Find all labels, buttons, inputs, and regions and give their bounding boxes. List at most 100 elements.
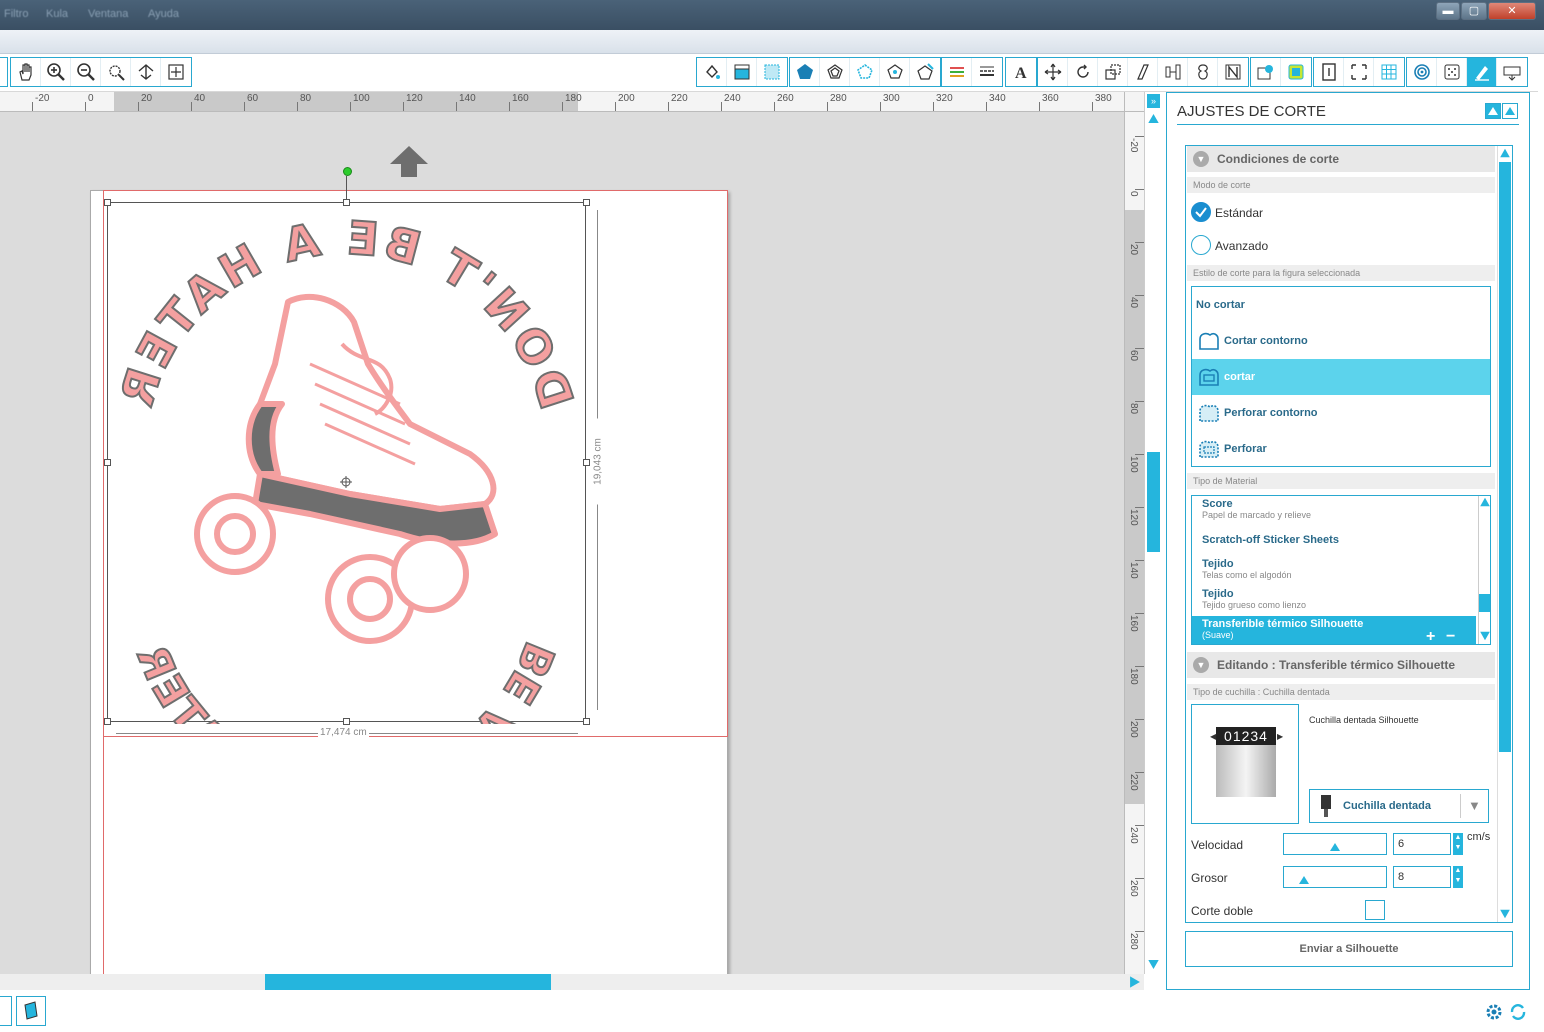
menu-filtro[interactable]: Filtro xyxy=(4,8,28,20)
blade-right-arrow-icon[interactable]: ▶ xyxy=(1277,732,1283,741)
menu-kula[interactable]: Kula xyxy=(46,8,68,20)
blade-left-arrow-icon[interactable]: ◀ xyxy=(1210,732,1216,741)
cut-style-perforate-edge[interactable]: Perforar contorno xyxy=(1192,395,1490,431)
material-item[interactable]: Scratch-off Sticker Sheets xyxy=(1192,534,1476,546)
scroll-thumb[interactable] xyxy=(1499,162,1511,752)
pentagon-icon[interactable] xyxy=(790,58,820,86)
remove-material-button[interactable]: − xyxy=(1446,628,1455,644)
align-icon[interactable] xyxy=(1158,58,1188,86)
panel-collapse-icon[interactable] xyxy=(1485,103,1501,119)
zoom-out-icon[interactable] xyxy=(71,58,101,86)
library-icon[interactable] xyxy=(1251,58,1281,86)
ruler-tick-mark xyxy=(1135,878,1144,879)
trace-icon[interactable] xyxy=(850,58,880,86)
speed-slider[interactable] xyxy=(1283,833,1387,855)
line-style-icon[interactable] xyxy=(972,58,1002,86)
thickness-input[interactable]: 8 xyxy=(1393,866,1451,888)
cut-style-cut[interactable]: cortar xyxy=(1192,359,1490,395)
add-material-button[interactable]: + xyxy=(1426,628,1435,644)
nest-icon[interactable] xyxy=(1218,58,1248,86)
fit-page-icon[interactable] xyxy=(161,58,191,86)
scroll-thumb[interactable] xyxy=(1147,452,1160,552)
expand-panel-icon[interactable]: » xyxy=(1147,94,1160,108)
zoom-in-icon[interactable] xyxy=(41,58,71,86)
scroll-up-icon[interactable] xyxy=(1500,148,1510,158)
close-button[interactable]: ✕ xyxy=(1488,2,1536,20)
toolbar-group-view xyxy=(10,57,192,87)
minimize-button[interactable]: ▬ xyxy=(1436,2,1460,20)
move-icon[interactable] xyxy=(1038,58,1068,86)
scroll-up-icon[interactable] xyxy=(1480,497,1490,507)
slider-thumb[interactable] xyxy=(1330,843,1340,851)
sync-icon[interactable] xyxy=(1508,1002,1528,1022)
canvas-vertical-scrollbar[interactable]: » xyxy=(1144,92,1161,974)
maximize-button[interactable]: ▢ xyxy=(1461,2,1487,20)
scroll-down-icon[interactable] xyxy=(1148,959,1159,970)
gradient-icon[interactable] xyxy=(727,58,757,86)
text-style-icon[interactable]: A xyxy=(1006,58,1036,86)
scroll-right-icon[interactable] xyxy=(1130,976,1140,988)
registration-icon[interactable] xyxy=(1344,58,1374,86)
move-up-arrow-icon[interactable] xyxy=(388,144,430,178)
ruler-tick-mark xyxy=(1135,507,1144,508)
send-to-silhouette-button[interactable]: Enviar a Silhouette xyxy=(1185,931,1513,967)
send-to-silhouette-icon[interactable] xyxy=(1497,58,1527,86)
toolbar-group-fill xyxy=(696,57,788,87)
blade-select[interactable]: Cuchilla dentada ▼ xyxy=(1309,789,1489,823)
pattern-icon[interactable] xyxy=(757,58,787,86)
scroll-down-icon[interactable] xyxy=(1480,631,1490,641)
fill-color-icon[interactable] xyxy=(697,58,727,86)
settings-gear-icon[interactable] xyxy=(1484,1002,1504,1022)
menu-ayuda[interactable]: Ayuda xyxy=(148,8,179,20)
material-item[interactable]: Tejido Tejido grueso como lienzo xyxy=(1192,588,1476,610)
thickness-slider[interactable] xyxy=(1283,866,1387,888)
cut-settings-icon[interactable] xyxy=(1467,58,1497,86)
menu-ventana[interactable]: Ventana xyxy=(88,8,128,20)
canvas-horizontal-scrollbar[interactable] xyxy=(0,974,1144,990)
cut-style-perforate[interactable]: Perforar xyxy=(1192,431,1490,467)
material-scrollbar[interactable] xyxy=(1478,496,1490,644)
double-cut-checkbox[interactable] xyxy=(1365,900,1385,920)
toolbar-group-send xyxy=(1406,57,1528,87)
page-setup-icon[interactable] xyxy=(1314,58,1344,86)
panel-scrollbar[interactable] xyxy=(1497,146,1511,922)
scroll-up-icon[interactable] xyxy=(1148,113,1159,124)
store-icon[interactable] xyxy=(1281,58,1311,86)
cut-style-no-cut[interactable]: No cortar xyxy=(1192,287,1490,323)
shear-icon[interactable] xyxy=(1128,58,1158,86)
line-color-icon[interactable] xyxy=(942,58,972,86)
rotate-icon[interactable] xyxy=(1068,58,1098,86)
sketch-icon[interactable] xyxy=(1407,58,1437,86)
speed-stepper[interactable]: ▲ ▼ xyxy=(1453,833,1463,855)
material-item[interactable]: Score Papel de marcado y relieve xyxy=(1192,498,1476,520)
pixscan-icon[interactable] xyxy=(1437,58,1467,86)
speed-input[interactable]: 6 xyxy=(1393,833,1451,855)
editing-header[interactable]: ▼ Editando : Transferible térmico Silhoue… xyxy=(1187,652,1495,678)
conditions-header[interactable]: ▼ Condiciones de corte xyxy=(1187,146,1495,172)
status-tool-icon[interactable] xyxy=(0,996,12,1026)
pan-hand-icon[interactable] xyxy=(11,58,41,86)
cut-style-cut-edge[interactable]: Cortar contorno xyxy=(1192,323,1490,359)
modify-icon[interactable] xyxy=(1188,58,1218,86)
scroll-thumb[interactable] xyxy=(1479,594,1490,612)
knife-icon[interactable] xyxy=(910,58,940,86)
standard-radio[interactable] xyxy=(1191,202,1211,222)
ruler-tick-mark xyxy=(138,102,139,111)
thickness-stepper[interactable]: ▲ ▼ xyxy=(1453,866,1463,888)
zoom-select-icon[interactable] xyxy=(101,58,131,86)
scroll-down-icon[interactable] xyxy=(1500,909,1510,919)
rotate-handle[interactable] xyxy=(343,167,352,176)
replicate-icon[interactable] xyxy=(880,58,910,86)
grid-icon[interactable] xyxy=(1374,58,1404,86)
roller-skate-design[interactable]: DON'T BE A HATER BE A ROLLER SKATER xyxy=(110,204,586,724)
design-canvas[interactable]: 17,474 cm 19,043 cm DON'T BE A HATER BE … xyxy=(0,112,1124,974)
slider-thumb[interactable] xyxy=(1299,876,1310,884)
pages-icon[interactable] xyxy=(16,996,46,1026)
panel-pin-icon[interactable] xyxy=(1502,103,1518,119)
scale-icon[interactable] xyxy=(1098,58,1128,86)
offset-icon[interactable] xyxy=(820,58,850,86)
scroll-thumb[interactable] xyxy=(265,974,551,990)
advanced-radio[interactable] xyxy=(1191,235,1211,255)
drag-view-icon[interactable] xyxy=(131,58,161,86)
material-item[interactable]: Tejido Telas como el algodón xyxy=(1192,558,1476,580)
